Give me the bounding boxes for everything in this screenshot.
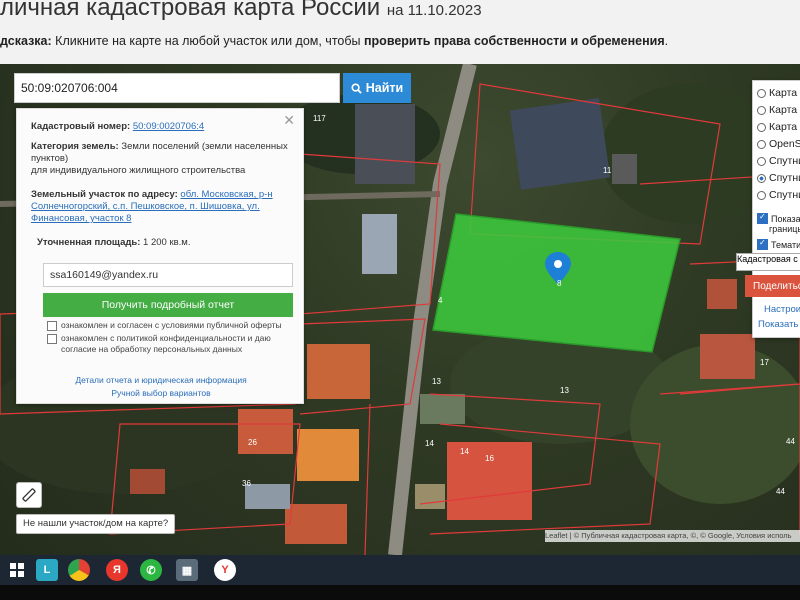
hint-suffix: .	[664, 34, 669, 48]
cadastral-number-row: Кадастровый номер: 50:09:0020706:4	[31, 121, 295, 133]
thematic-checkbox[interactable]: Тематичес	[757, 238, 800, 250]
layer-radio-selected[interactable]	[757, 173, 766, 183]
layer-radio[interactable]	[757, 139, 766, 149]
offer-checkbox-label: ознакомлен и согласен с условиями публич…	[61, 320, 282, 330]
show-borders-checkbox[interactable]: Показать	[757, 212, 800, 224]
configure-link[interactable]: Настроить	[764, 304, 800, 315]
layer-radio[interactable]	[757, 156, 766, 166]
plot-number: 44	[786, 437, 795, 446]
ruler-tool-button[interactable]	[16, 482, 42, 508]
l-app-icon[interactable]: L	[36, 559, 58, 581]
monitor-bezel	[0, 585, 800, 600]
hint-line: дсказка: Кликните на карте на любой учас…	[0, 34, 668, 48]
privacy-checkbox-label: ознакомлен с политикой конфиденциальност…	[61, 333, 271, 354]
thematic-label: Тематичес	[771, 239, 800, 250]
layer-option[interactable]: Карта	[757, 121, 797, 133]
yandex-icon[interactable]: Я	[106, 559, 128, 581]
get-report-button[interactable]: Получить подробный отчет	[43, 293, 293, 317]
show-borders-label: Показать	[771, 213, 800, 224]
area-value: 1 200 кв.м.	[143, 237, 191, 248]
land-category-row: Категория земель: Земли поселений (земли…	[31, 141, 295, 177]
plot-number: 117	[313, 114, 326, 123]
page-date: на 11.10.2023	[386, 2, 482, 19]
layer-label: Спутни	[769, 189, 800, 201]
map-attribution: Leaflet | © Публичная кадастровая карта,…	[545, 530, 800, 542]
layer-option[interactable]: OpenS	[757, 138, 800, 150]
area-label: Уточненная площадь:	[37, 237, 141, 248]
page-title: личная кадастровая карта России на 11.10…	[0, 0, 482, 21]
plot-number: 26	[248, 438, 257, 447]
layer-radio[interactable]	[757, 105, 766, 115]
layer-option[interactable]: Карта	[757, 104, 797, 116]
plot-number: 36	[242, 479, 251, 488]
calculator-icon[interactable]: ▦	[176, 559, 198, 581]
show-link[interactable]: Показать л	[758, 319, 800, 330]
layer-option[interactable]: Карта	[757, 87, 797, 99]
plot-number: 11	[603, 166, 612, 175]
plot-number: 44	[776, 487, 785, 496]
address-row: Земельный участок по адресу: обл. Москов…	[31, 189, 295, 225]
manual-selection-link[interactable]: Ручной выбор вариантов	[17, 388, 305, 398]
layer-option[interactable]: Спутни	[757, 189, 800, 201]
windows-taskbar: L Я ✆ ▦ Y	[0, 555, 800, 585]
hint-prefix: дсказка:	[0, 34, 52, 48]
layer-radio[interactable]	[757, 190, 766, 200]
plot-number: 14	[425, 439, 434, 448]
area-row: Уточненная площадь: 1 200 кв.м.	[37, 237, 301, 249]
layer-option[interactable]: Спутни	[757, 155, 800, 167]
layer-label: Карта	[769, 121, 798, 133]
layer-label: Карта	[769, 87, 798, 99]
whatsapp-icon[interactable]: ✆	[140, 559, 162, 581]
cadastral-number-label: Кадастровый номер:	[31, 121, 131, 132]
search-button-label: Найти	[365, 81, 404, 95]
email-field[interactable]	[43, 263, 293, 287]
cadastral-number-link[interactable]: 50:09:0020706:4	[133, 121, 204, 132]
windows-icon[interactable]	[6, 559, 28, 581]
land-use-value: для индивидуального жилищного строительс…	[31, 165, 246, 176]
plot-number: 8	[557, 279, 562, 288]
cadastral-search-input[interactable]	[14, 73, 340, 103]
windows-logo-icon	[10, 563, 24, 577]
layer-radio[interactable]	[757, 122, 766, 132]
hint-text: Кликните на карте на любой участок или д…	[55, 34, 361, 48]
address-label: Земельный участок по адресу:	[31, 189, 178, 200]
share-button[interactable]: Поделитьс	[745, 275, 800, 297]
layer-label: OpenS	[769, 138, 800, 150]
not-found-button[interactable]: Не нашли участок/дом на карте?	[16, 514, 176, 534]
browser-page: личная кадастровая карта России на 11.10…	[0, 0, 800, 555]
chrome-icon[interactable]	[68, 559, 90, 581]
ruler-icon	[22, 488, 36, 502]
checkbox-checked[interactable]	[757, 212, 768, 224]
plot-number: 13	[560, 386, 569, 395]
layer-option-selected[interactable]: Спутни	[757, 172, 800, 184]
search-icon	[351, 82, 362, 94]
privacy-checkbox[interactable]	[47, 334, 57, 344]
show-borders-sublabel: границы у	[769, 224, 800, 234]
plot-number: 17	[760, 358, 769, 367]
layer-radio[interactable]	[757, 88, 766, 98]
layer-label: Спутни	[769, 172, 800, 184]
offer-checkbox[interactable]	[47, 321, 57, 331]
layer-label: Спутни	[769, 155, 800, 167]
cadastral-layer-select[interactable]: Кадастровая с	[736, 253, 800, 271]
land-category-label: Категория земель:	[31, 141, 119, 152]
plot-number: 16	[485, 454, 494, 463]
checkbox-checked[interactable]	[757, 238, 768, 250]
layer-label: Карта	[769, 104, 798, 116]
plot-number: 14	[460, 447, 469, 456]
hint-bold: проверить права собственности и обремене…	[364, 34, 665, 48]
yandex-browser-icon[interactable]: Y	[214, 559, 236, 581]
layers-panel: Карта Карта Карта OpenS Спутни Спутни Сп…	[752, 80, 800, 338]
plot-number: 4	[438, 296, 443, 305]
plot-info-panel: ✕ Кадастровый номер: 50:09:0020706:4 Кат…	[16, 108, 304, 404]
search-button[interactable]: Найти	[343, 73, 411, 103]
report-details-link[interactable]: Детали отчета и юридическая информация	[17, 375, 305, 385]
plot-number: 13	[432, 377, 441, 386]
